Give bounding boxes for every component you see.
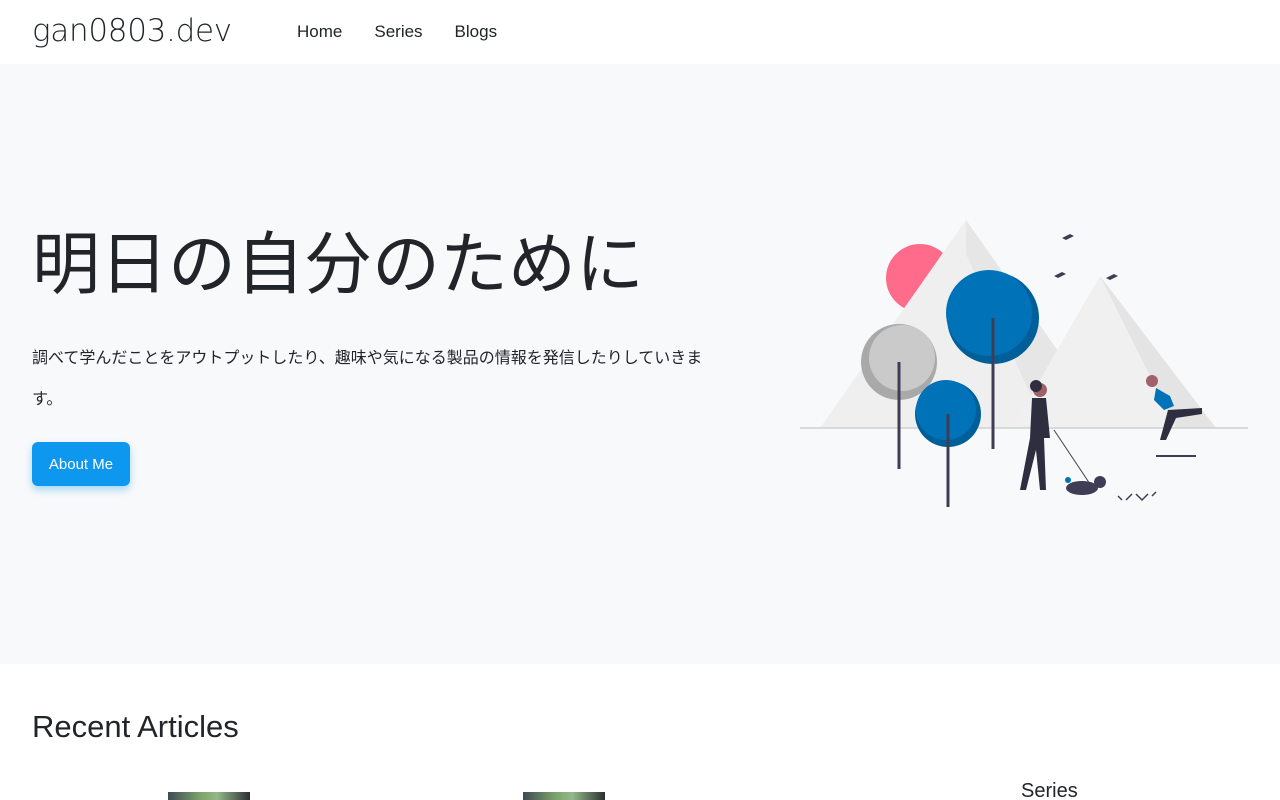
about-me-button[interactable]: About Me <box>32 442 130 486</box>
dog-leash <box>1053 429 1095 491</box>
series-heading: Series <box>1021 780 1078 800</box>
dog-icon <box>1066 481 1098 495</box>
tree-blue-small <box>916 380 976 440</box>
grass-marks <box>1117 491 1157 502</box>
dog-collar <box>1065 477 1071 483</box>
tree-blue-large <box>946 270 1032 356</box>
hero-illustration <box>800 220 1248 507</box>
article-thumbnail[interactable] <box>168 792 250 800</box>
dog-head <box>1094 476 1106 488</box>
hero-section: 明日の自分のために 調べて学んだことをアウトプットしたり、趣味や気になる製品の情… <box>0 64 1280 664</box>
nav-link-blogs[interactable]: Blogs <box>455 20 498 44</box>
nav-link-home[interactable]: Home <box>297 20 342 44</box>
tree-grey <box>869 325 935 391</box>
nav-menu: Home Series Blogs <box>297 20 529 44</box>
article-thumbnail[interactable] <box>523 792 605 800</box>
bird-icon <box>1106 274 1118 280</box>
woman-legs <box>1020 438 1046 490</box>
bird-icon <box>1062 234 1074 240</box>
skater-head <box>1146 375 1158 387</box>
site-brand[interactable]: gan0803.dev <box>32 11 232 51</box>
bird-icon <box>1054 272 1066 278</box>
navbar: gan0803.dev Home Series Blogs <box>0 0 1280 64</box>
nav-link-series[interactable]: Series <box>374 20 422 44</box>
hero-title: 明日の自分のために <box>32 226 645 305</box>
recent-articles-heading: Recent Articles <box>32 709 239 744</box>
woman-hair <box>1030 380 1042 392</box>
hero-description: 調べて学んだことをアウトプットしたり、趣味や気になる製品の情報を発信したりしてい… <box>32 348 703 408</box>
